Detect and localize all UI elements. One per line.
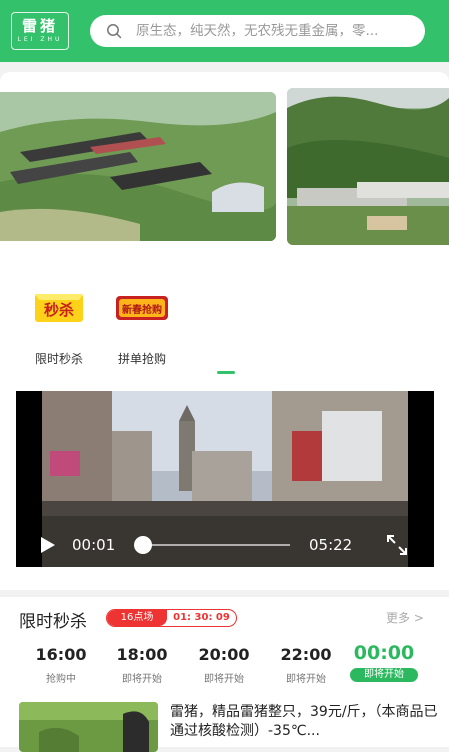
logo-text-en: LEI ZHU (17, 36, 63, 43)
search-bar[interactable] (90, 15, 425, 47)
video-seek-bar[interactable] (140, 544, 290, 546)
time-slot-status: 即将开始 (350, 668, 418, 682)
time-slot-time: 00:00 (353, 642, 415, 664)
fullscreen-icon[interactable] (386, 534, 408, 556)
promo-item-group-buy[interactable]: 新春抢购 拼单抢购 (106, 290, 178, 367)
promo-label-group-buy: 拼单抢购 (117, 352, 166, 366)
flash-sale-session-badge: 16点场 01: 30: 09 (106, 609, 237, 627)
banner-image-farm[interactable] (0, 92, 276, 241)
time-slot-time: 22:00 (280, 645, 332, 664)
search-input[interactable] (136, 15, 418, 47)
time-slot-status: 即将开始 (204, 674, 244, 685)
time-slot[interactable]: 22:00 即将开始 (271, 645, 341, 685)
video-current-time: 00:01 (72, 536, 116, 554)
flash-sale-countdown: 01: 30: 09 (173, 612, 230, 623)
time-slot[interactable]: 20:00 即将开始 (189, 645, 259, 685)
time-slot-time: 20:00 (198, 645, 250, 664)
product-image[interactable] (19, 702, 158, 752)
group-buy-badge-text: 新春抢购 (122, 303, 162, 316)
logo-text-cn: 雷猪 (21, 17, 58, 35)
app-header: 雷猪 LEI ZHU (0, 0, 449, 62)
time-slot-active[interactable]: 00:00 即将开始 (349, 642, 419, 682)
time-slot-time: 16:00 (35, 645, 87, 664)
time-slot[interactable]: 16:00 抢购中 (26, 645, 96, 685)
flash-sale-more-link[interactable]: 更多 > (386, 609, 424, 626)
product-description[interactable]: 雷猪，精品雷猪整只，39元/斤，（本商品已通过核酸检测）-35℃... (170, 703, 438, 741)
search-icon (107, 24, 122, 39)
time-slot-time: 18:00 (116, 645, 168, 664)
flash-sale-session: 16点场 (107, 610, 167, 626)
flash-sale-title: 限时秒杀 (19, 612, 87, 632)
play-icon[interactable] (38, 536, 56, 554)
time-slot[interactable]: 18:00 即将开始 (107, 645, 177, 685)
banner-image-facility[interactable] (287, 88, 449, 245)
promo-page-indicator (217, 371, 235, 374)
video-seek-handle[interactable] (134, 536, 152, 554)
app-logo[interactable]: 雷猪 LEI ZHU (11, 12, 69, 50)
video-total-time: 05:22 (309, 536, 353, 554)
flash-sale-badge-icon: 秒杀 (35, 294, 83, 322)
group-buy-badge-icon: 新春抢购 (116, 296, 168, 320)
time-slot-status: 即将开始 (286, 674, 326, 685)
promo-item-flash-sale[interactable]: 秒杀 限时秒杀 (23, 290, 95, 367)
time-slot-status: 即将开始 (122, 674, 162, 685)
promo-label-flash-sale: 限时秒杀 (34, 352, 83, 366)
time-slot-status: 抢购中 (46, 674, 76, 685)
flash-sale-badge-text: 秒杀 (44, 301, 74, 319)
